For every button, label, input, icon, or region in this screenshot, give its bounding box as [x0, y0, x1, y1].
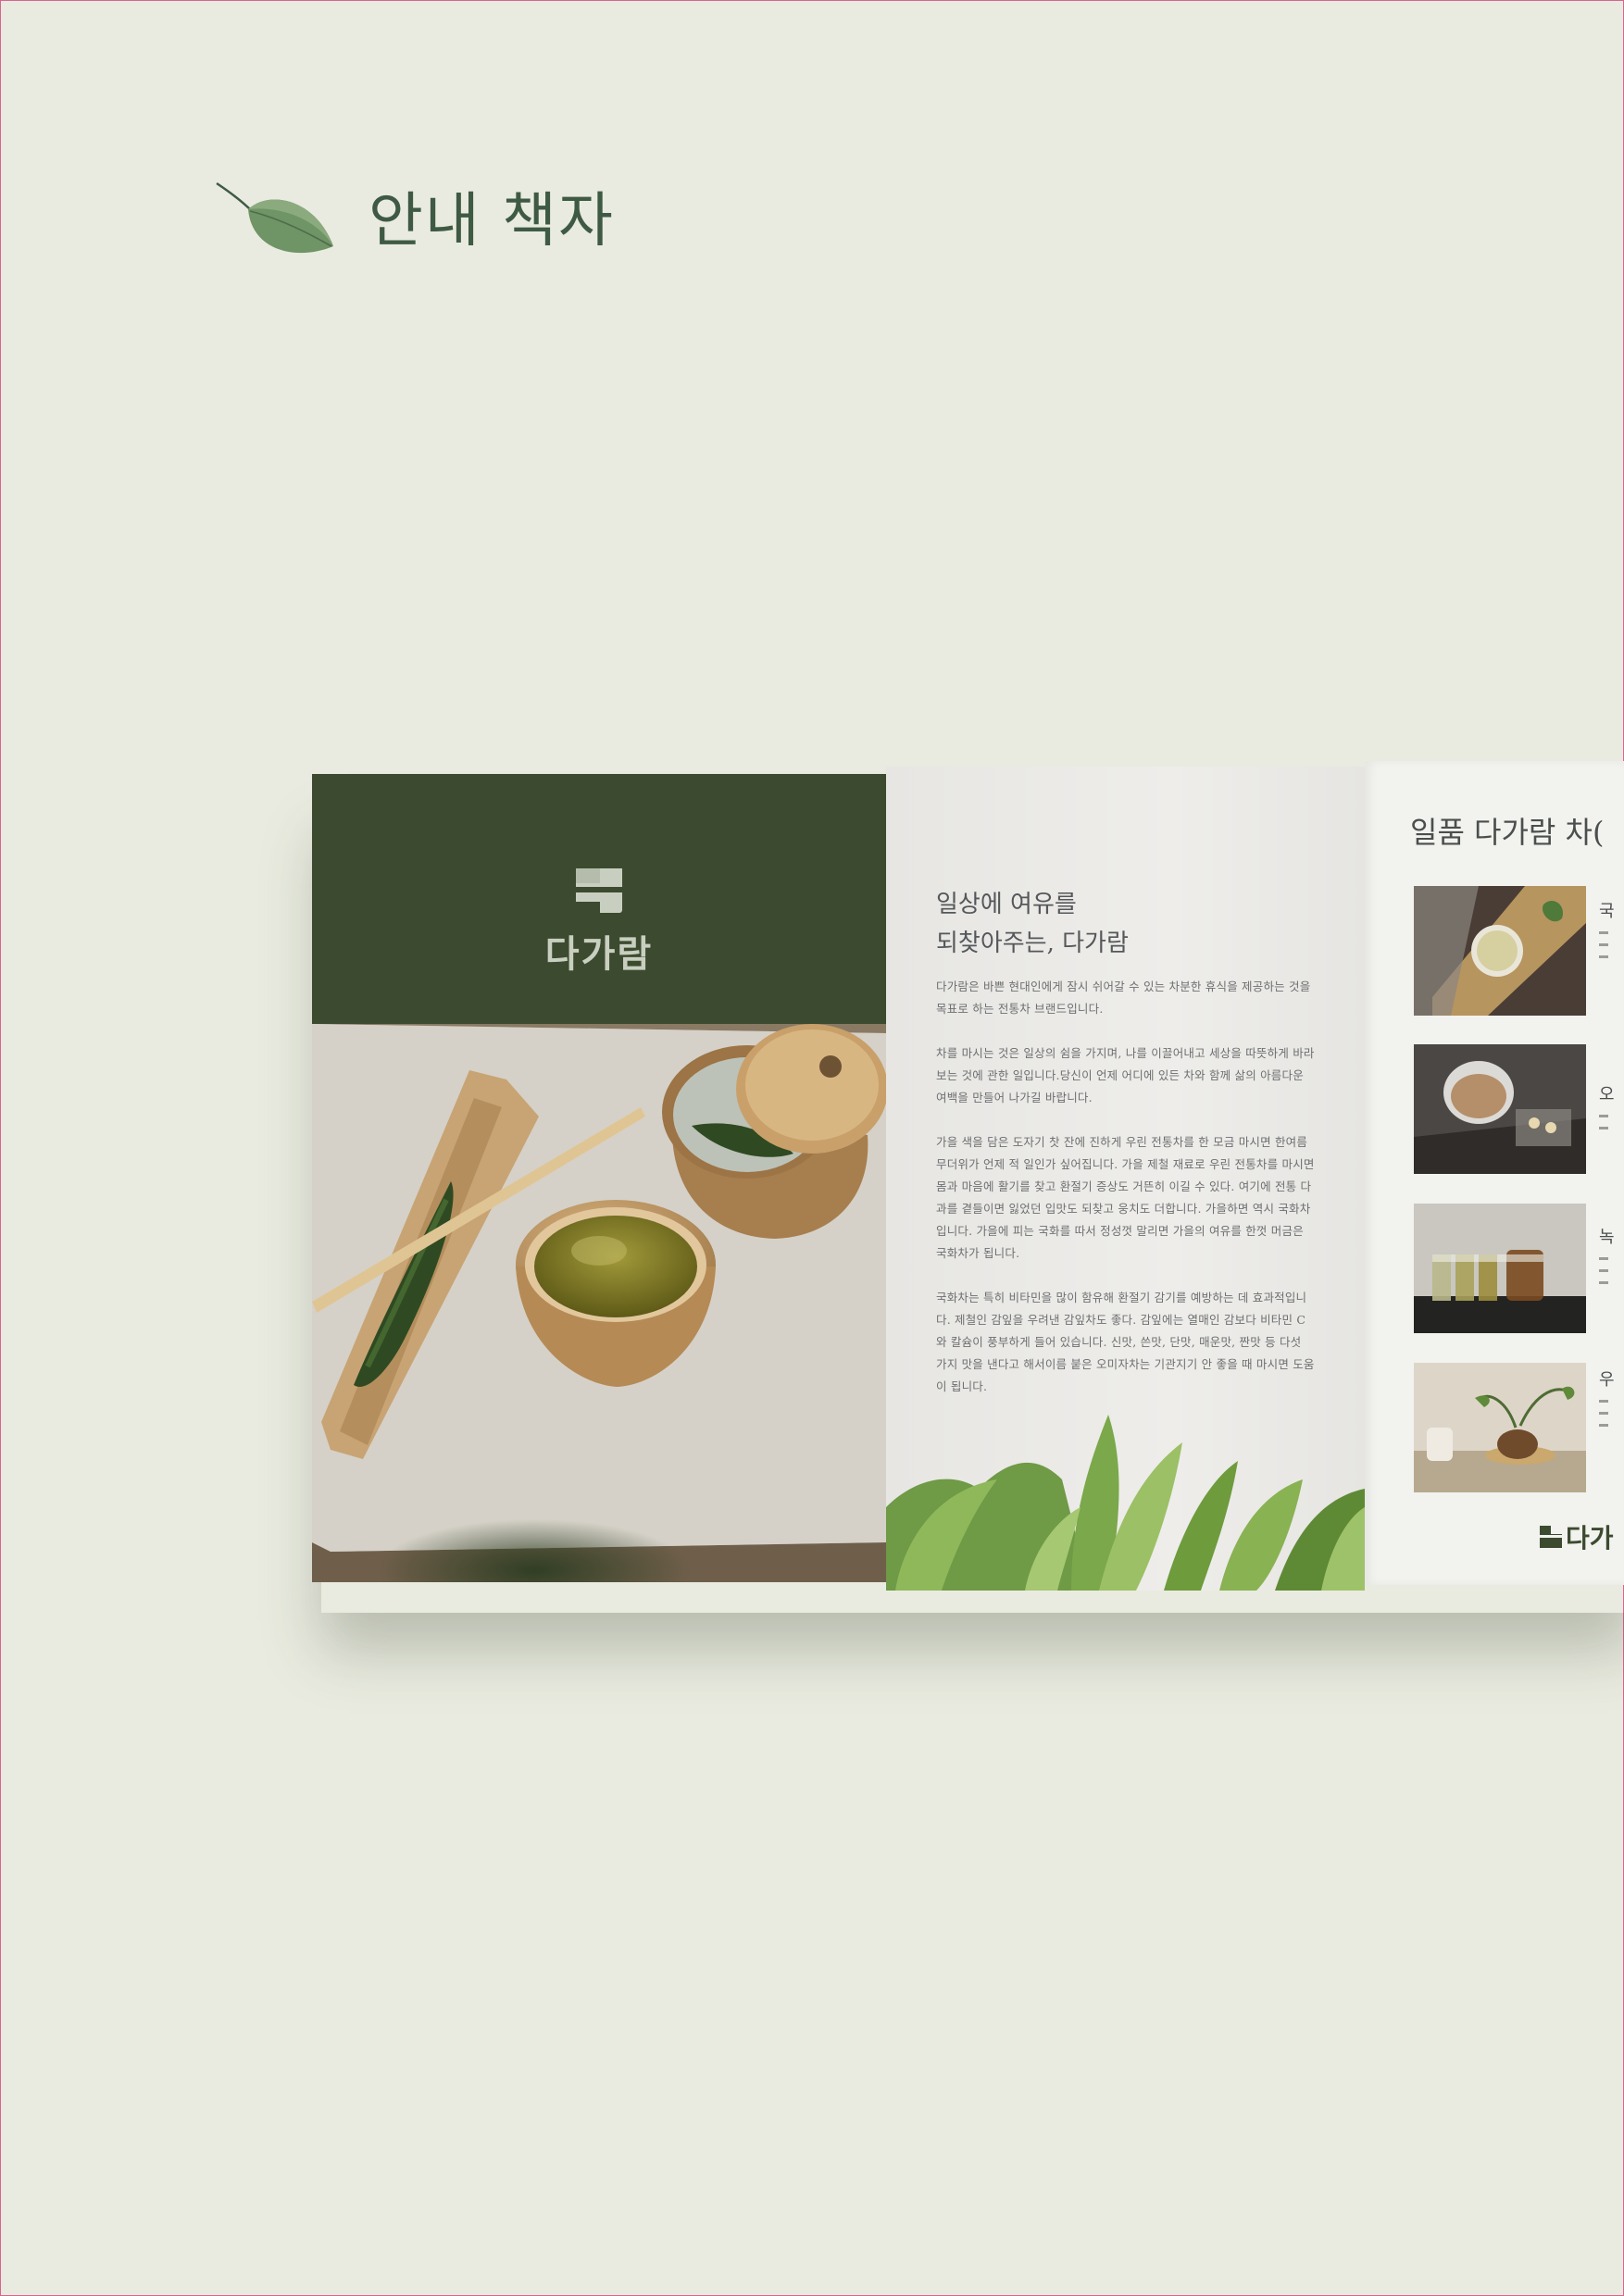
tea-photo: [312, 1024, 886, 1582]
intro-heading-line-2: 되찾아주는, 다가람: [936, 930, 1129, 957]
brand-mark-icon: [576, 868, 622, 913]
brochure: 다가람 일상에 여유를 되찾아주는, 다가람 다가람은 바쁜 현대인에게 잠시 …: [312, 761, 1624, 1594]
product-label: 국: [1599, 898, 1624, 958]
intro-paragraph: 가을 색을 담은 도자기 찻 잔에 진하게 우린 전통차를 한 모금 마시면 한…: [936, 1135, 1315, 1260]
product-text-line: [1599, 1281, 1608, 1284]
green-tea-glasses-photo: [1414, 1204, 1586, 1333]
product-text-line: [1599, 1400, 1608, 1403]
product-text-line: [1599, 1424, 1608, 1427]
product-text-line: [1599, 1257, 1608, 1260]
page-header: 안내 책자: [215, 181, 615, 261]
footer-brand-name: 다가: [1566, 1523, 1614, 1554]
brochure-intro-panel: 일상에 여유를 되찾아주는, 다가람 다가람은 바쁜 현대인에게 잠시 쉬어갈 …: [886, 767, 1365, 1591]
product-text-line: [1599, 931, 1608, 934]
leaf-icon: [216, 181, 333, 254]
page-title: 안내 책자: [369, 187, 615, 256]
footer-logo: 다가: [1540, 1518, 1614, 1555]
brochure-cover-panel: 다가람: [312, 774, 886, 1582]
product-label: 우: [1599, 1366, 1624, 1427]
brochure-products-panel: 일품 다가람 차( 국 오 녹 우 다가: [1365, 761, 1624, 1585]
intro-body: 다가람은 바쁜 현대인에게 잠시 쉬어갈 수 있는 차분한 휴식을 제공하는 것…: [936, 976, 1316, 1420]
intro-paragraph: 차를 마시는 것은 일상의 쉼을 가지며, 나를 이끌어내고 세상을 따뜻하게 …: [936, 1046, 1315, 1104]
product-text-line: [1599, 1115, 1608, 1117]
intro-paragraph: 다가람은 바쁜 현대인에게 잠시 쉬어갈 수 있는 차분한 휴식을 제공하는 것…: [936, 980, 1311, 1016]
product-text-line: [1599, 943, 1608, 946]
products-title: 일품 다가람 차(: [1410, 815, 1605, 850]
teapot-plant-photo: [1414, 1363, 1586, 1492]
omija-tea-photo: [1414, 1044, 1586, 1174]
brand-mark-icon: [1540, 1526, 1562, 1548]
product-text-line: [1599, 1127, 1608, 1129]
product-text-line: [1599, 955, 1608, 958]
product-label: 녹: [1599, 1224, 1624, 1284]
product-text-line: [1599, 1269, 1608, 1272]
product-name: 우: [1599, 1370, 1615, 1390]
brand-name: 다가람: [544, 933, 654, 976]
intro-heading-line-1: 일상에 여유를: [936, 891, 1077, 918]
tea-leaves-illustration: [886, 1415, 1365, 1591]
product-label: 오: [1599, 1081, 1624, 1129]
product-name: 국: [1599, 902, 1615, 921]
product-text-line: [1599, 1412, 1608, 1415]
product-name: 녹: [1599, 1228, 1615, 1247]
brand-logo: 다가람: [312, 867, 886, 978]
product-name: 오: [1599, 1085, 1615, 1104]
intro-heading: 일상에 여유를 되찾아주는, 다가람: [936, 885, 1129, 963]
chrysanthemum-tea-photo: [1414, 886, 1586, 1016]
